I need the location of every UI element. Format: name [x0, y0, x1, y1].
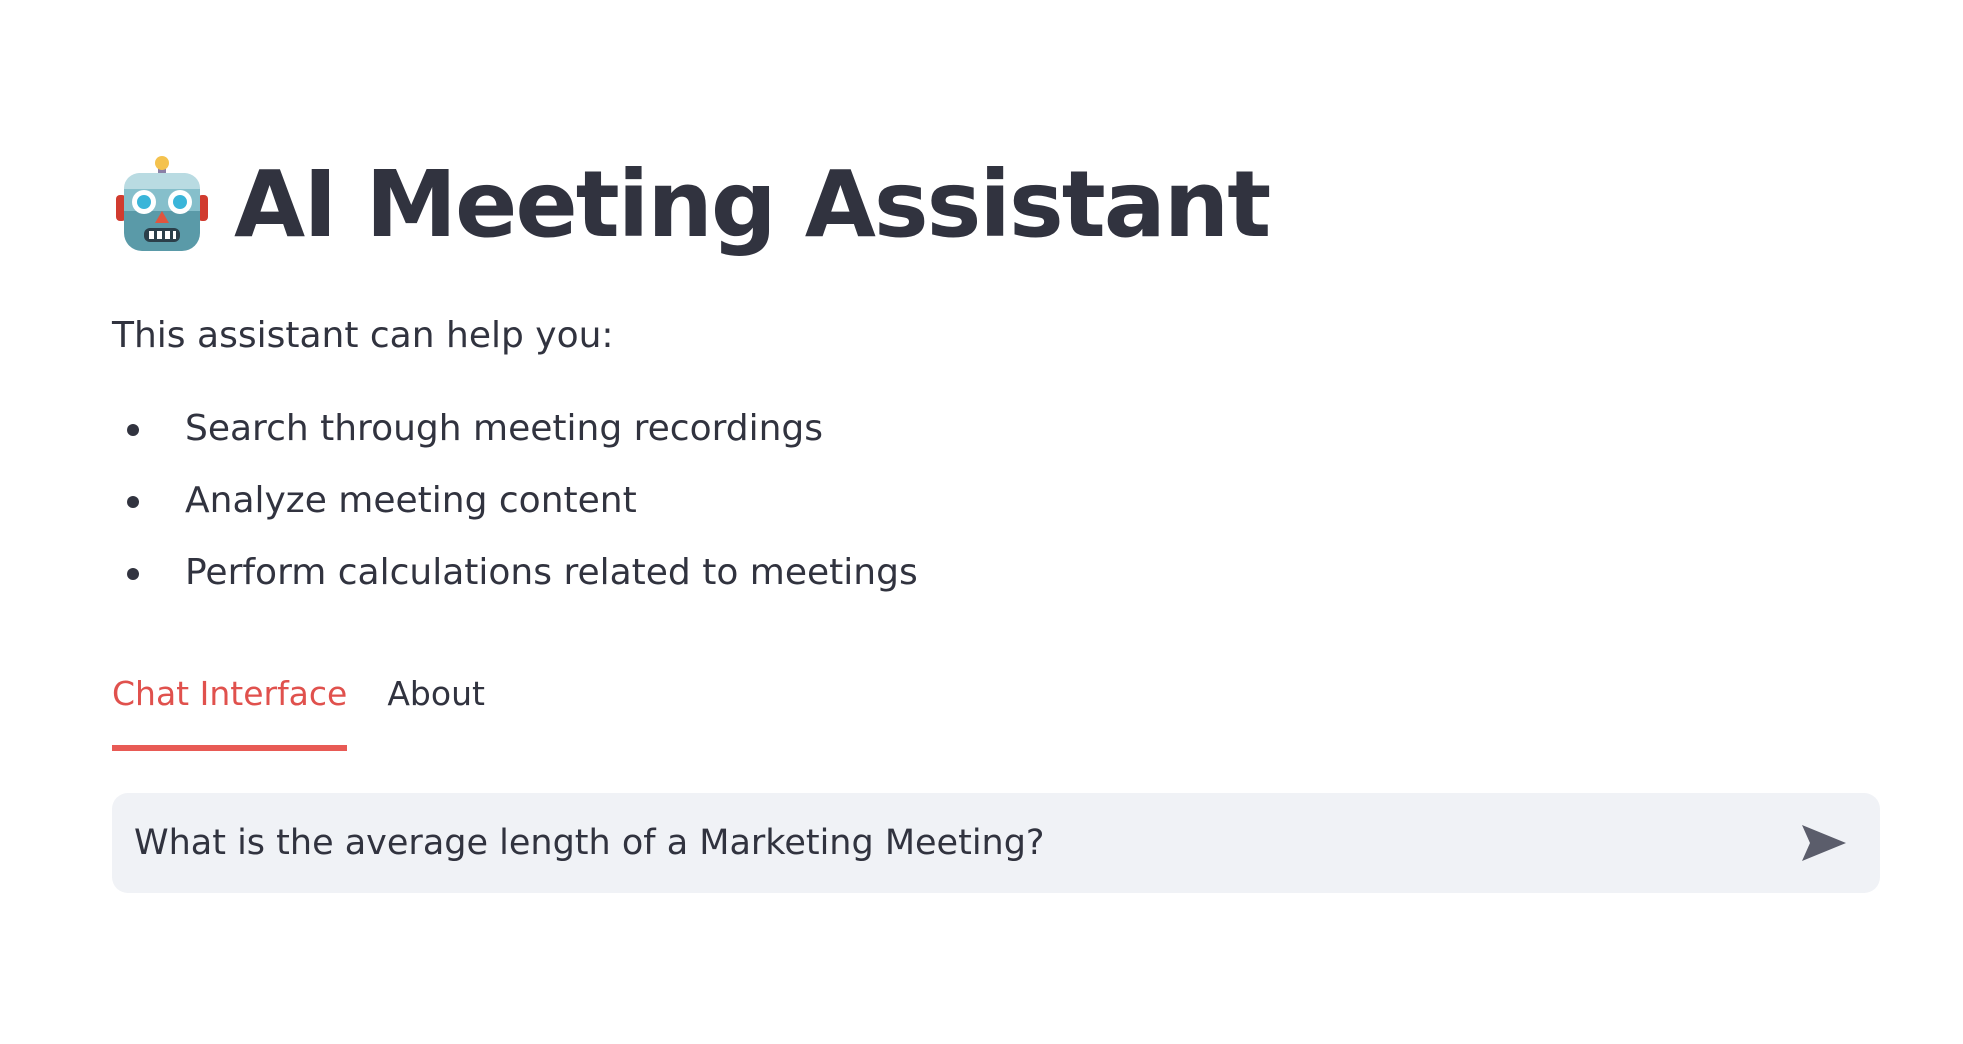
bullet-icon: [127, 496, 139, 509]
tab-chat-interface[interactable]: Chat Interface: [112, 661, 348, 752]
feature-list-item: Perform calculations related to meetings: [112, 537, 1880, 609]
tab-about[interactable]: About: [387, 661, 485, 745]
feature-text: Analyze meeting content: [185, 480, 637, 522]
chat-input[interactable]: [134, 813, 1796, 874]
feature-list: Search through meeting recordings Analyz…: [112, 393, 1880, 609]
bullet-icon: [127, 568, 139, 581]
intro-text: This assistant can help you:: [112, 315, 614, 356]
tab-bar: Chat Interface About: [112, 661, 1880, 752]
feature-text: Search through meeting recordings: [185, 408, 824, 450]
page-header: AI Meeting Assistant: [112, 130, 1880, 280]
chat-input-container: [112, 793, 1880, 894]
page-title: AI Meeting Assistant: [234, 151, 1271, 258]
main-content: AI Meeting Assistant This assistant can …: [112, 130, 1880, 894]
tab-divider: [112, 746, 1880, 752]
robot-face-icon: [116, 156, 208, 251]
bullet-icon: [127, 424, 139, 437]
feature-text: Perform calculations related to meetings: [185, 552, 918, 594]
send-icon: [1802, 825, 1846, 862]
feature-list-item: Search through meeting recordings: [112, 393, 1880, 465]
feature-list-item: Analyze meeting content: [112, 465, 1880, 537]
send-button[interactable]: [1796, 815, 1852, 871]
app-page: AI Meeting Assistant This assistant can …: [0, 0, 1963, 1044]
